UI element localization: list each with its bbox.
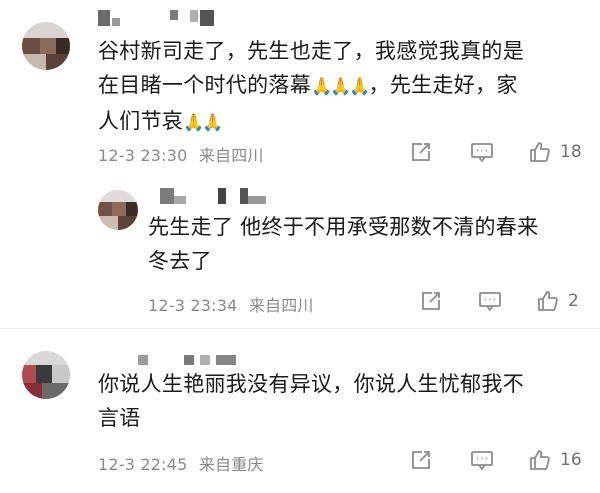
- like-count: 2: [568, 291, 579, 311]
- share-icon: [410, 449, 432, 471]
- like-button[interactable]: 18: [528, 139, 582, 165]
- comment-text: 谷村新司走了，先生也走了，我感觉我真的是 在目睹一个时代的落幕🙏🙏🙏，先生走好，…: [98, 39, 524, 133]
- comment-item: 你说人生艳丽我没有异议，你说人生忧郁我不 言语 12-3 22:45 来自重庆: [0, 329, 600, 493]
- username[interactable]: [98, 10, 228, 26]
- comment-icon: [470, 449, 494, 471]
- like-count: 16: [560, 450, 582, 470]
- like-button[interactable]: 16: [528, 447, 582, 473]
- like-button[interactable]: 2: [536, 288, 579, 314]
- avatar[interactable]: [98, 190, 138, 230]
- reply-item: 先生走了 他终于不用承受那数不清的春来 冬去了 12-3 23:34 来自四川: [0, 178, 600, 328]
- reply-button[interactable]: [470, 447, 494, 473]
- comment-meta: 12-3 22:45 来自重庆: [98, 451, 264, 475]
- comment-meta: 12-3 23:34 来自四川: [148, 292, 314, 316]
- location: 来自四川: [198, 146, 264, 165]
- comment-icon: [478, 290, 502, 312]
- share-button[interactable]: [410, 447, 432, 473]
- share-button[interactable]: [410, 139, 432, 165]
- timestamp: 12-3 22:45: [98, 455, 188, 474]
- reply-button[interactable]: [470, 139, 494, 165]
- reply-button[interactable]: [478, 288, 502, 314]
- praying-hands-emoji: 🙏🙏🙏: [311, 77, 370, 97]
- comment-meta: 12-3 23:30 来自四川: [98, 142, 264, 166]
- comment-text: 先生走了 他终于不用承受那数不清的春来 冬去了: [148, 215, 539, 273]
- thumbs-up-icon: [536, 289, 560, 313]
- avatar[interactable]: [22, 22, 70, 70]
- comment-item: 谷村新司走了，先生也走了，我感觉我真的是 在目睹一个时代的落幕🙏🙏🙏，先生走好，…: [0, 0, 600, 178]
- share-button[interactable]: [420, 288, 442, 314]
- username[interactable]: [98, 351, 248, 367]
- comment-icon: [470, 141, 494, 163]
- username[interactable]: [160, 188, 280, 204]
- thumbs-up-icon: [528, 140, 552, 164]
- praying-hands-emoji: 🙏🙏: [183, 113, 223, 133]
- comment-text: 你说人生艳丽我没有异议，你说人生忧郁我不 言语: [98, 372, 524, 430]
- share-icon: [420, 290, 442, 312]
- share-icon: [410, 141, 432, 163]
- location: 来自重庆: [198, 455, 264, 474]
- like-count: 18: [560, 142, 582, 162]
- location: 来自四川: [248, 296, 314, 315]
- avatar[interactable]: [22, 351, 70, 399]
- timestamp: 12-3 23:34: [148, 296, 238, 315]
- timestamp: 12-3 23:30: [98, 146, 188, 165]
- thumbs-up-icon: [528, 448, 552, 472]
